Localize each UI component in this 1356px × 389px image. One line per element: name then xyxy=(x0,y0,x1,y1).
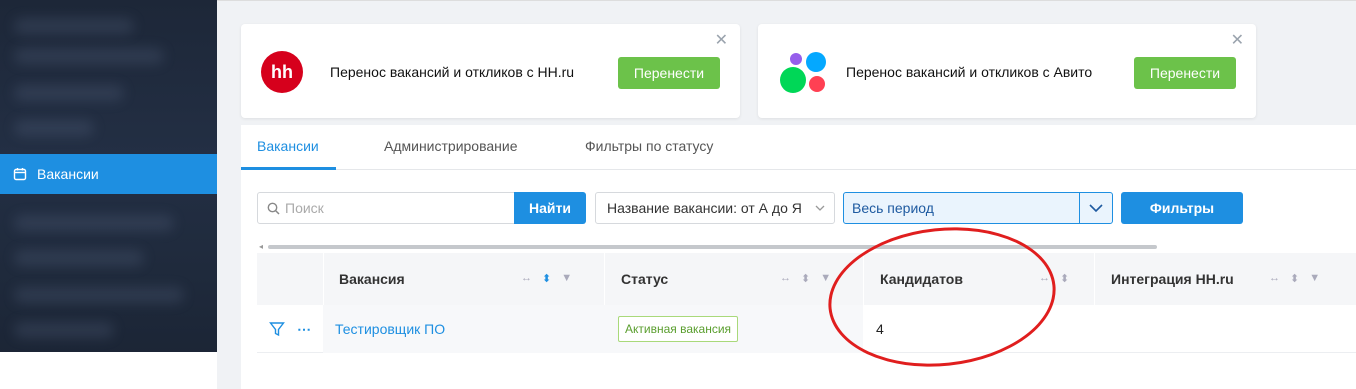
sort-icon[interactable]: ⬍ xyxy=(1060,272,1069,285)
promo-card-hh: hh Перенос вакансий и откликов с HH.ru П… xyxy=(241,24,740,118)
column-separator xyxy=(1094,253,1095,305)
status-badge: Активная вакансия xyxy=(618,316,739,342)
close-icon[interactable]: ✕ xyxy=(715,33,728,49)
vacancies-panel: Вакансии Администрирование Фильтры по ст… xyxy=(241,125,1356,389)
vacancy-link[interactable]: Тестировщик ПО xyxy=(335,321,445,337)
column-controls: ↔ ⬍ ▼ xyxy=(780,272,831,285)
filters-button[interactable]: Фильтры xyxy=(1121,192,1243,224)
search-icon xyxy=(267,202,280,215)
filter-outline-icon[interactable] xyxy=(269,321,285,337)
sidebar-item-vacancies[interactable]: Вакансии xyxy=(0,154,217,194)
horizontal-scrollbar[interactable] xyxy=(268,245,1157,249)
sort-select[interactable]: Название вакансии: от А до Я xyxy=(595,192,835,224)
period-select-value: Весь период xyxy=(852,200,934,216)
sidebar-blurred-item xyxy=(14,250,144,266)
cell-status: Активная вакансия xyxy=(604,305,863,353)
sidebar-blurred-item xyxy=(14,322,114,338)
sidebar-blurred-item xyxy=(14,120,94,136)
more-options-icon[interactable]: ⋯ xyxy=(297,321,312,338)
promo-title: Перенос вакансий и откликов с Авито xyxy=(846,64,1093,80)
column-header-status[interactable]: Статус xyxy=(621,253,668,305)
resize-icon[interactable]: ↔ xyxy=(521,272,532,285)
row-actions: ⋯ xyxy=(269,305,312,353)
sort-icon[interactable]: ⬍ xyxy=(542,272,551,285)
column-header-hh-integration[interactable]: Интеграция HH.ru xyxy=(1111,253,1234,305)
sort-select-value: Название вакансии: от А до Я xyxy=(607,200,802,216)
column-header-vacancy[interactable]: Вакансия xyxy=(339,253,405,305)
sidebar-blurred-item xyxy=(14,18,134,34)
find-button[interactable]: Найти xyxy=(514,192,586,224)
promo-title: Перенос вакансий и откликов с HH.ru xyxy=(330,64,575,80)
sidebar-blurred-item xyxy=(14,48,164,64)
avito-logo-icon xyxy=(780,52,826,93)
sidebar-blurred-item xyxy=(14,85,124,101)
cell-candidates[interactable]: 4 xyxy=(876,305,884,353)
resize-icon[interactable]: ↔ xyxy=(780,272,791,285)
period-divider xyxy=(1079,193,1080,223)
column-separator xyxy=(863,253,864,305)
column-controls: ↔ ⬍ ▼ xyxy=(1269,272,1320,285)
search-input[interactable]: Поиск xyxy=(257,192,515,224)
filter-icon[interactable]: ▼ xyxy=(561,272,572,285)
column-controls: ↔ ⬍ ▼ xyxy=(521,272,572,285)
sidebar: Вакансии xyxy=(0,0,217,389)
calendar-icon xyxy=(13,168,27,181)
resize-icon[interactable]: ↔ xyxy=(1269,272,1280,285)
svg-text:hh: hh xyxy=(271,62,293,82)
sidebar-bottom-area xyxy=(0,352,217,389)
transfer-hh-button[interactable]: Перенести xyxy=(618,57,720,89)
sidebar-blurred-item xyxy=(14,215,174,231)
scroll-left-icon[interactable]: ◂ xyxy=(259,242,263,251)
sidebar-blurred-item xyxy=(14,287,184,303)
main-area: hh Перенос вакансий и откликов с HH.ru П… xyxy=(217,0,1356,389)
column-separator xyxy=(604,253,605,305)
chevron-down-icon xyxy=(815,205,825,211)
cell-vacancy: Тестировщик ПО xyxy=(323,305,604,353)
tab-administration[interactable]: Администрирование xyxy=(384,138,518,154)
sidebar-item-label: Вакансии xyxy=(37,166,99,182)
period-select[interactable]: Весь период xyxy=(843,192,1113,224)
search-placeholder: Поиск xyxy=(285,200,324,216)
active-tab-indicator xyxy=(241,167,336,170)
tab-vacancies[interactable]: Вакансии xyxy=(257,138,319,154)
filter-icon[interactable]: ▼ xyxy=(820,272,831,285)
column-controls: ↔ ⬍ xyxy=(1039,272,1069,285)
close-icon[interactable]: ✕ xyxy=(1231,33,1244,49)
resize-icon[interactable]: ↔ xyxy=(1039,272,1050,285)
table-header: Вакансия ↔ ⬍ ▼ Статус ↔ ⬍ ▼ Кандидатов ↔ xyxy=(257,253,1356,305)
sort-icon[interactable]: ⬍ xyxy=(1290,272,1299,285)
chevron-down-icon[interactable] xyxy=(1087,200,1105,216)
transfer-avito-button[interactable]: Перенести xyxy=(1134,57,1236,89)
filter-icon[interactable]: ▼ xyxy=(1309,272,1320,285)
hh-logo-icon: hh xyxy=(261,51,303,93)
column-separator xyxy=(323,253,324,305)
sort-icon[interactable]: ⬍ xyxy=(801,272,810,285)
tabs-bar: Вакансии Администрирование Фильтры по ст… xyxy=(241,125,1356,170)
tab-status-filters[interactable]: Фильтры по статусу xyxy=(585,138,713,154)
promo-card-avito: Перенос вакансий и откликов с Авито Пере… xyxy=(758,24,1256,118)
table-row[interactable]: ⋯ Тестировщик ПО Активная вакансия 4 xyxy=(257,305,1356,353)
column-header-candidates[interactable]: Кандидатов xyxy=(880,253,963,305)
